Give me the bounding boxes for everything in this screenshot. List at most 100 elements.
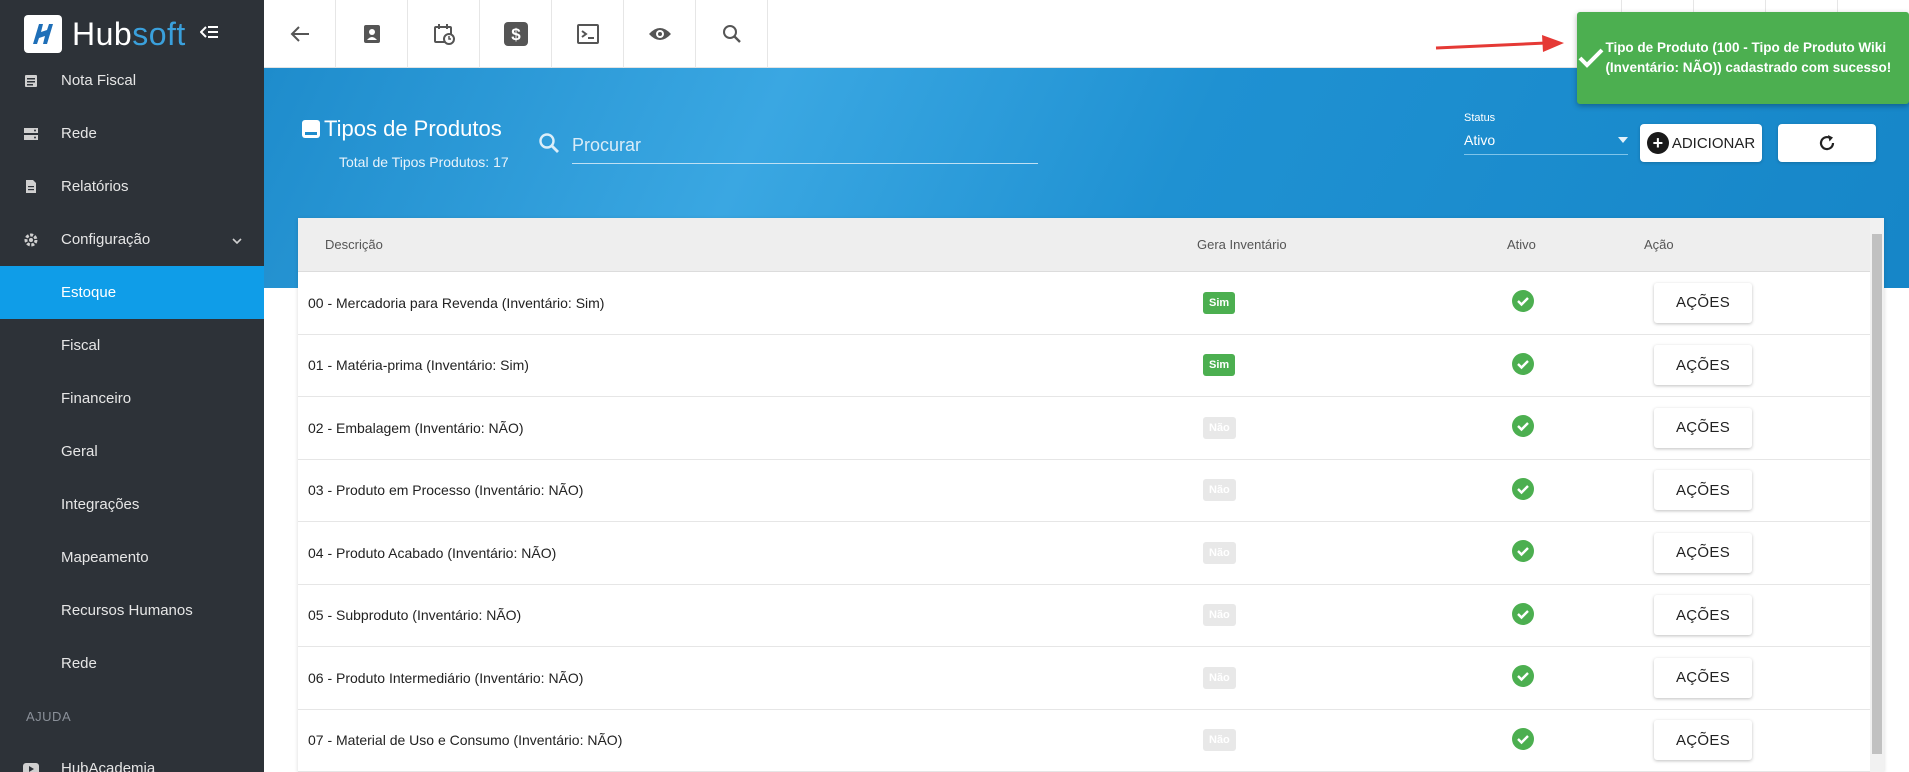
check-circle-icon [1512,477,1534,500]
view-button[interactable] [624,0,696,68]
inventory-badge: Não [1203,416,1236,439]
page-title-text: Tipos de Produtos [324,116,502,141]
actions-button[interactable]: AÇÕES [1654,532,1752,573]
sidebar-item-label: Integrações [61,496,140,513]
sidebar-subitem-estoque[interactable]: Estoque [0,266,264,319]
add-button-label: ADICIONAR [1671,134,1756,152]
product-types-table: Descrição Gera Inventário Ativo Ação 00 … [298,218,1884,772]
search-icon [538,132,560,159]
row-description: 02 - Embalagem (Inventário: NÃO) [308,419,524,436]
column-header-descricao[interactable]: Descrição [298,237,1197,252]
document-icon [0,179,61,194]
add-button[interactable]: + ADICIONAR [1640,124,1762,162]
sidebar-item-label: Recursos Humanos [61,602,193,619]
inventory-badge: Não [1203,666,1236,689]
contacts-button[interactable] [336,0,408,68]
scrollbar-thumb[interactable] [1872,234,1882,754]
back-arrow-icon [290,26,309,42]
success-toast[interactable]: Tipo de Produto (100 - Tipo de Produto W… [1577,12,1909,104]
search-area [538,128,1038,164]
check-circle-icon [1512,727,1534,750]
chevron-down-icon [232,231,242,248]
sidebar-item-label: Financeiro [61,390,132,407]
row-description: 00 - Mercadoria para Revenda (Inventário… [308,294,605,311]
row-description: 05 - Subproduto (Inventário: NÃO) [308,607,522,624]
status-label: Status [1464,112,1496,124]
table-row: 07 - Material de Uso e Consumo (Inventár… [298,710,1884,772]
column-header-ativo[interactable]: Ativo [1507,237,1644,252]
inventory-badge: Sim [1203,354,1236,377]
gear-icon [0,232,61,248]
sidebar-item-relatorios[interactable]: Relatórios [0,160,264,213]
logo-text: Hubsoft [72,15,186,52]
actions-button[interactable]: AÇÕES [1654,595,1752,636]
check-circle-icon [1512,602,1534,625]
sidebar: Hubsoft Nota Fiscal Rede Relatórios Conf… [0,0,264,772]
menu-collapse-icon[interactable] [199,25,218,44]
table-scrollbar[interactable] [1870,218,1884,772]
list-icon [0,74,61,88]
sidebar-item-label: Mapeamento [61,549,149,566]
search-input[interactable] [572,128,1038,164]
sidebar-subitem-financeiro[interactable]: Financeiro [0,372,264,425]
refresh-button[interactable] [1778,124,1876,162]
sidebar-item-label: Relatórios [61,178,129,195]
refresh-icon [1819,135,1835,151]
actions-button[interactable]: AÇÕES [1654,657,1752,698]
schedule-button[interactable] [408,0,480,68]
sidebar-item-configuracao[interactable]: Configuração [0,213,264,266]
plus-circle-icon: + [1646,132,1669,154]
check-circle-icon [1512,540,1534,563]
server-icon [0,127,61,141]
contact-card-icon [363,25,380,43]
sidebar-item-nota-fiscal[interactable]: Nota Fiscal [0,54,264,107]
inventory-badge: Sim [1203,291,1236,314]
actions-button[interactable]: AÇÕES [1654,407,1752,448]
sidebar-subitem-mapeamento[interactable]: Mapeamento [0,531,264,584]
search-icon [722,25,741,43]
table-row: 04 - Produto Acabado (Inventário: NÃO) N… [298,522,1884,585]
sidebar-subitem-geral[interactable]: Geral [0,425,264,478]
sidebar-subitem-recursos-humanos[interactable]: Recursos Humanos [0,584,264,637]
actions-button[interactable]: AÇÕES [1654,345,1752,386]
sidebar-subitem-rede[interactable]: Rede [0,637,264,690]
sidebar-item-rede[interactable]: Rede [0,107,264,160]
search-button[interactable] [696,0,768,68]
finance-button[interactable]: $ [480,0,552,68]
row-description: 03 - Produto em Processo (Inventário: NÃ… [308,482,584,499]
status-select[interactable]: Ativo [1464,132,1628,155]
youtube-icon [0,762,61,772]
sidebar-item-label: Configuração [61,231,151,248]
table-row: 02 - Embalagem (Inventário: NÃO) Não AÇÕ… [298,397,1884,460]
svg-text:$: $ [511,25,521,44]
row-description: 06 - Produto Intermediário (Inventário: … [308,669,584,686]
eye-icon [648,28,671,40]
inventory-badge: Não [1203,479,1236,502]
sidebar-section-ajuda: AJUDA [0,690,264,742]
sidebar-item-hubacademia[interactable]: HubAcademia [0,742,264,772]
status-value: Ativo [1464,132,1496,148]
sidebar-subitem-integracoes[interactable]: Integrações [0,478,264,531]
row-description: 07 - Material de Uso e Consumo (Inventár… [308,732,623,749]
check-circle-icon [1512,290,1534,313]
table-row: 03 - Produto em Processo (Inventário: NÃ… [298,460,1884,522]
row-description: 04 - Produto Acabado (Inventário: NÃO) [308,544,557,561]
column-header-gera-inventario[interactable]: Gera Inventário [1197,237,1507,252]
actions-button[interactable]: AÇÕES [1654,282,1752,323]
back-button[interactable] [264,0,336,68]
terminal-icon [576,24,599,44]
box-icon [302,120,320,138]
status-filter[interactable]: Status Ativo [1464,112,1628,155]
checkmark-icon [1577,48,1605,68]
sidebar-subitem-fiscal[interactable]: Fiscal [0,319,264,372]
table-header: Descrição Gera Inventário Ativo Ação [298,218,1884,272]
sidebar-item-label: HubAcademia [61,760,156,772]
calendar-clock-icon [433,24,455,45]
sidebar-item-label: Fiscal [61,337,101,354]
actions-button[interactable]: AÇÕES [1654,720,1752,761]
terminal-button[interactable] [552,0,624,68]
table-row: 01 - Matéria-prima (Inventário: Sim) Sim… [298,335,1884,397]
actions-button[interactable]: AÇÕES [1654,470,1752,511]
sidebar-item-label: Geral [61,443,98,460]
column-header-acao: Ação [1644,237,1674,252]
